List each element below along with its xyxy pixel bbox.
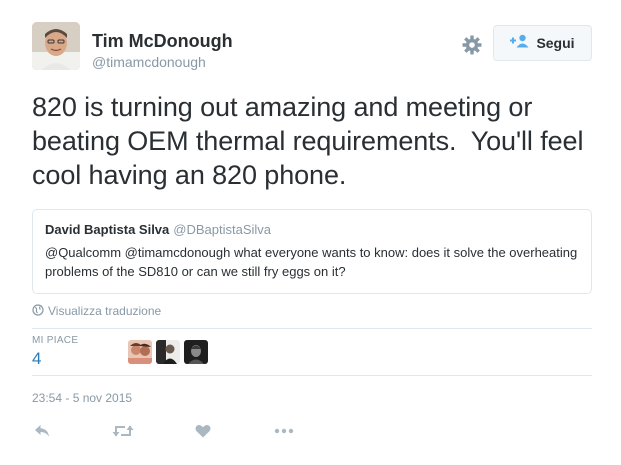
liker-avatar[interactable] [184,340,208,364]
quoted-author-name: David Baptista Silva [45,222,170,237]
tweet-text: 820 is turning out amazing and meeting o… [32,92,591,190]
quoted-author-handle: @DBaptistaSilva [173,222,272,237]
add-user-icon [510,34,530,53]
avatar-image [32,22,80,70]
translate-label: Visualizza traduzione [48,304,162,318]
like-icon[interactable] [195,420,211,442]
author-handle[interactable]: @timamcdonough [92,54,206,70]
likes-count[interactable]: 4 [32,349,41,369]
likers-avatars [128,340,208,364]
reply-icon[interactable] [34,420,50,442]
author-name[interactable]: Tim McDonough [92,31,233,52]
tweet-actions [32,420,332,442]
tweet-timestamp[interactable]: 23:54 - 5 nov 2015 [32,391,132,405]
globe-icon [32,303,44,319]
more-icon[interactable] [274,420,294,442]
avatar[interactable] [32,22,80,70]
quoted-tweet-text: @Qualcomm @timamcdonough what everyone w… [45,245,578,279]
liker-avatar[interactable] [128,340,152,364]
liker-avatar[interactable] [156,340,180,364]
gear-icon[interactable] [461,34,483,56]
divider [32,328,592,329]
likes-label: MI PIACE [32,335,79,346]
tweet-header: Tim McDonough @timamcdonough Segui [32,22,592,74]
divider [32,375,592,376]
quoted-tweet[interactable]: David Baptista Silva @DBaptistaSilva @Qua… [32,209,592,294]
translate-link[interactable]: Visualizza traduzione [32,303,161,319]
follow-button[interactable]: Segui [493,25,592,61]
quoted-tweet-header: David Baptista Silva @DBaptistaSilva [45,222,579,237]
follow-button-label: Segui [536,35,575,51]
retweet-icon[interactable] [112,420,134,442]
